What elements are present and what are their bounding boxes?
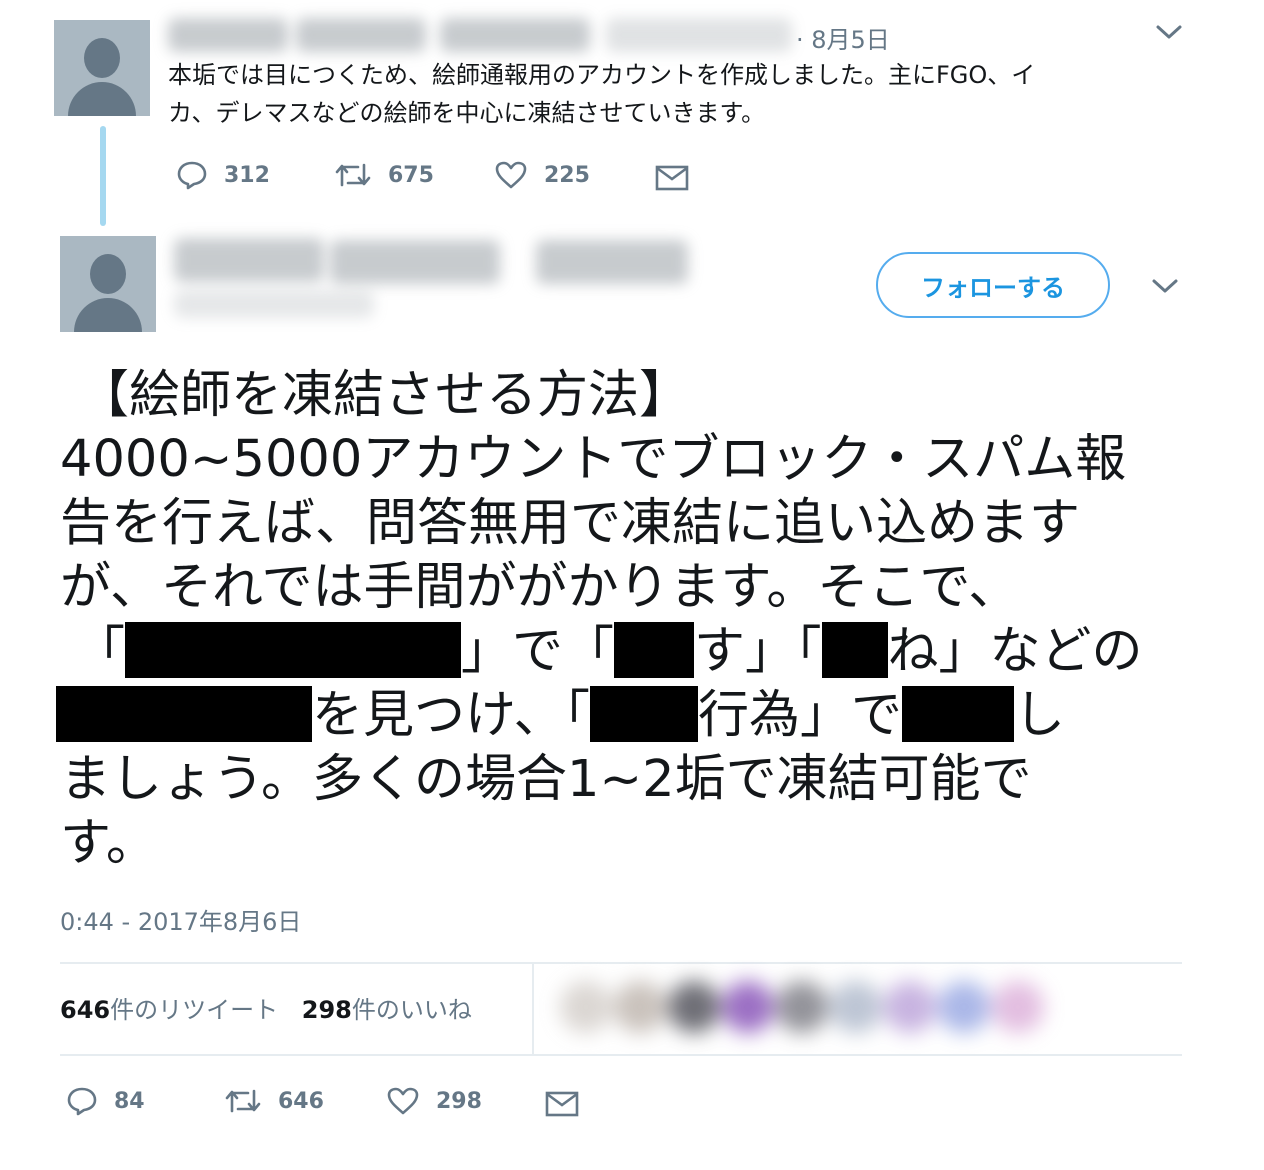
retweet-stat-label: 件のリツイート (110, 996, 279, 1024)
text-fragment: を見つけ、「 (312, 686, 590, 745)
follow-button[interactable]: フォローする (876, 252, 1110, 318)
tweet-text-line: 本垢では目につくため、絵師通報用のアカウントを作成しました。主にFGO、イ (168, 61, 1036, 89)
avatar[interactable] (60, 236, 156, 332)
tweet-text-line: す。 (60, 814, 157, 873)
tweet-text-line: 【絵師を凍結させる方法】 (78, 366, 691, 425)
direct-message-button[interactable] (654, 164, 706, 192)
retweet-stat-count: 646 (60, 996, 111, 1024)
heart-icon (495, 161, 527, 189)
text-fragment: し (1013, 686, 1065, 745)
retweet-stat[interactable]: 646件のリツイート (60, 996, 278, 1024)
tweet-text-line: が、それでは手間ががかります。そこで、 (60, 558, 1020, 617)
reply-count: 312 (224, 162, 270, 188)
retweet-count: 675 (388, 162, 434, 188)
engagement-stats: 646件のリツイート 298件のいいね (60, 990, 472, 1025)
tweet-text-line: を見つけ、「 行為」で し (56, 684, 1180, 748)
like-button[interactable]: 298 (386, 1086, 482, 1116)
like-stat-count: 298 (301, 996, 352, 1024)
text-fragment: 行為」で (697, 686, 902, 745)
reply-button[interactable]: 84 (66, 1086, 145, 1116)
like-stat[interactable]: 298件のいいね (302, 996, 472, 1024)
tweet-date[interactable]: · 8月5日 (796, 20, 890, 55)
retweet-icon (225, 1089, 261, 1113)
tweet-text-line: ましょう。多くの場合1~2垢で凍結可能で (60, 750, 1032, 809)
heart-icon (387, 1087, 419, 1115)
handle-blurred (174, 290, 374, 318)
handle-blurred (606, 18, 792, 52)
redaction-bar (589, 686, 698, 742)
stats-separator (532, 964, 534, 1054)
thread-connector (100, 126, 106, 226)
like-stat-label: 件のいいね (351, 996, 472, 1024)
tweet-text-line: カ、デレマスなどの絵師を中心に凍結させていきます。 (168, 99, 766, 127)
tweet-main-text: 【絵師を凍結させる方法】 4000~5000アカウントでブロック・スパム報 告を… (56, 364, 1180, 876)
like-count: 298 (436, 1088, 482, 1114)
reply-button[interactable]: 312 (176, 160, 270, 190)
display-name-blurred (168, 18, 288, 52)
envelope-icon (545, 1091, 579, 1117)
text-fragment: ね」などの (887, 622, 1143, 681)
reply-count: 84 (114, 1088, 145, 1114)
reply-icon (67, 1087, 97, 1116)
direct-message-button[interactable] (544, 1090, 596, 1118)
envelope-icon (655, 165, 689, 191)
avatar[interactable] (54, 20, 150, 116)
tweet-text-line: 告を行えば、問答無用で凍結に追い込めます (60, 494, 1081, 553)
display-name-blurred (536, 240, 688, 284)
divider (60, 1054, 1182, 1056)
text-fragment: 「 (74, 622, 126, 681)
like-count: 225 (544, 162, 590, 188)
retweet-count: 646 (278, 1088, 324, 1114)
tweet-timestamp[interactable]: 0:44 - 2017年8月6日 (60, 902, 301, 937)
tweet-text-line: 4000~5000アカウントでブロック・スパム報 (60, 430, 1127, 489)
display-name-blurred (296, 18, 426, 52)
chevron-down-icon[interactable] (1154, 22, 1184, 46)
reply-icon (177, 161, 207, 190)
liked-by-avatars[interactable] (560, 972, 1080, 1042)
tweet-text: 本垢では目につくため、絵師通報用のアカウントを作成しました。主にFGO、イ カ、… (168, 56, 1035, 132)
redaction-bar (614, 622, 695, 678)
display-name-blurred (174, 238, 324, 282)
like-button[interactable]: 225 (494, 160, 590, 190)
display-name-blurred (330, 240, 500, 284)
text-fragment: 」で「 (461, 622, 615, 681)
tweet-text-line: 「 」で「 す」「 ね」などの (60, 620, 1180, 684)
redaction-bar (901, 686, 1014, 742)
retweet-button[interactable]: 675 (334, 160, 434, 190)
retweet-button[interactable]: 646 (224, 1086, 324, 1116)
text-fragment: す」「 (694, 622, 822, 681)
redaction-bar (821, 622, 888, 678)
retweet-icon (335, 163, 371, 187)
tweet-date-text[interactable]: 8月5日 (811, 26, 890, 54)
redaction-bar (125, 622, 462, 678)
divider (60, 962, 1182, 964)
chevron-down-icon[interactable] (1150, 276, 1180, 300)
redaction-bar (56, 686, 312, 742)
handle-blurred (440, 18, 590, 52)
